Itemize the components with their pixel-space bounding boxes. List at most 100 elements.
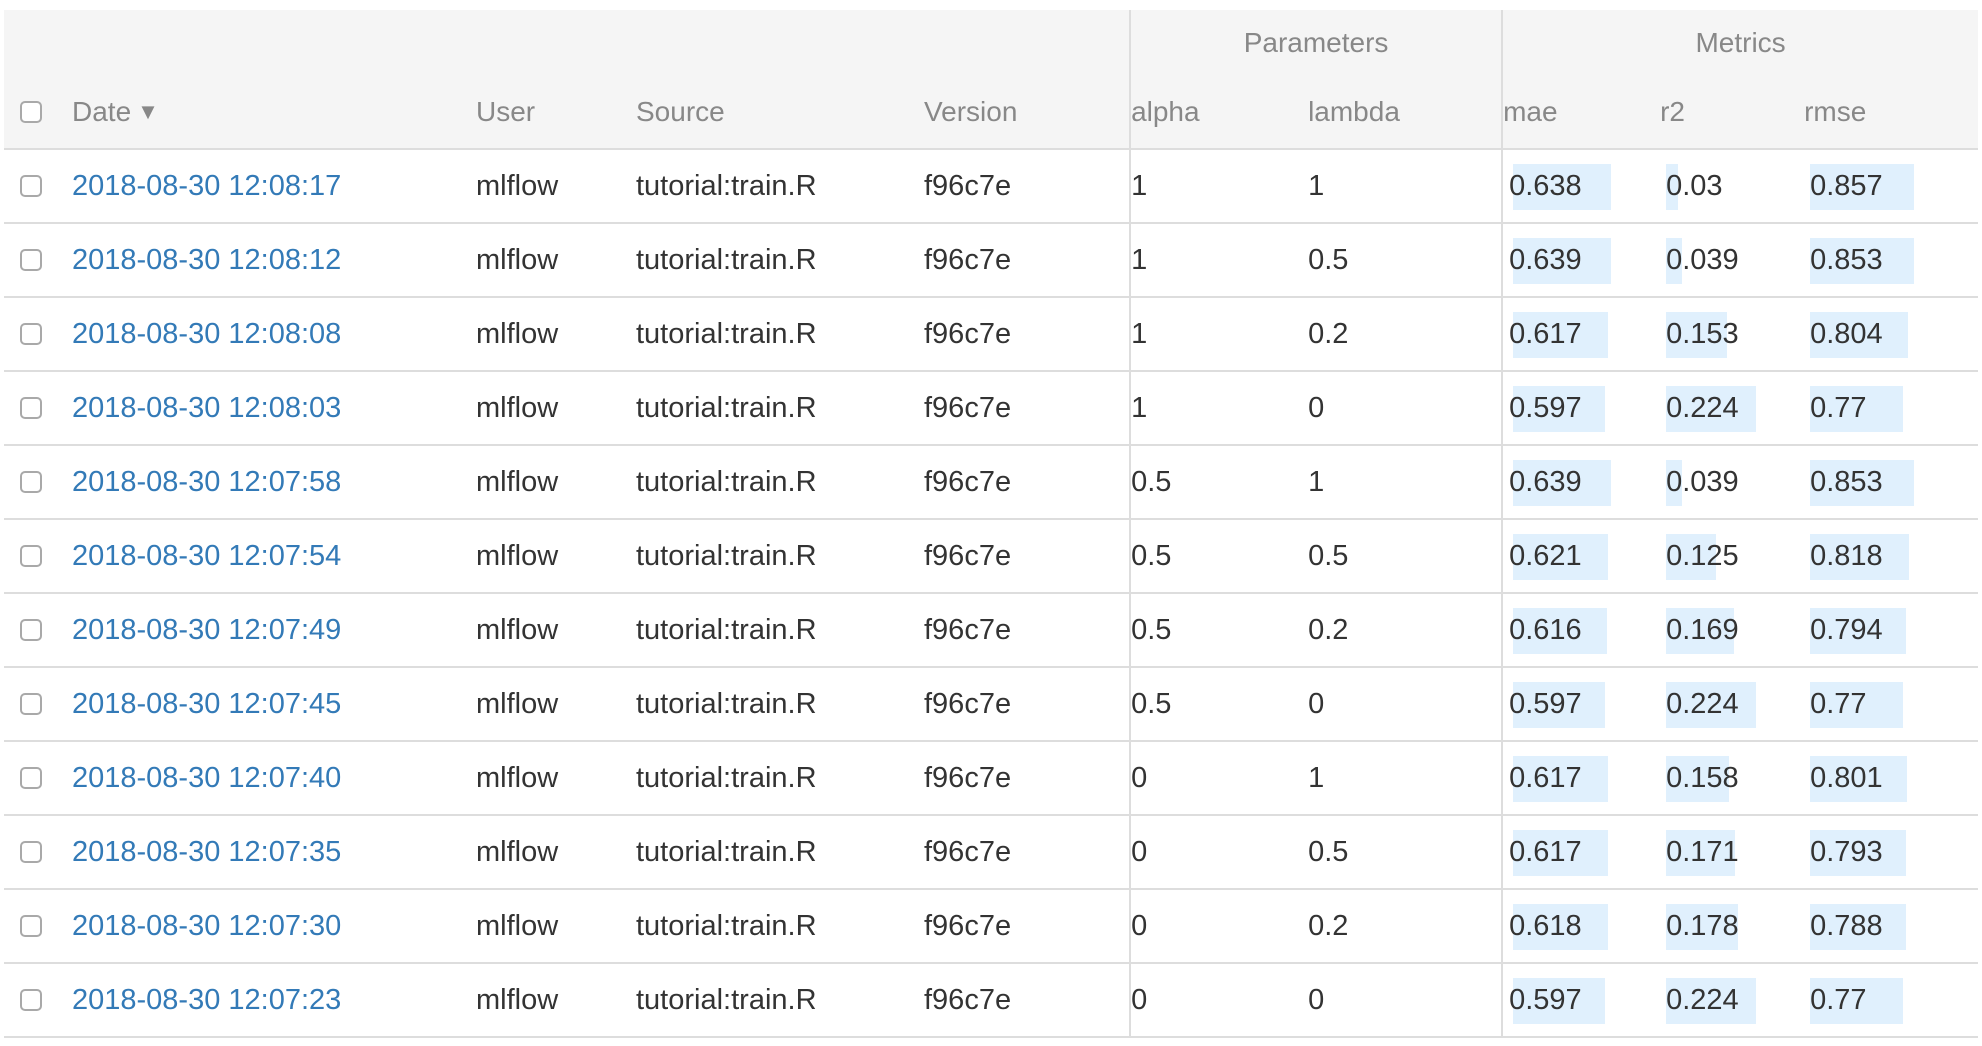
mae-value: 0.638 <box>1509 169 1582 202</box>
row-checkbox[interactable] <box>20 323 42 345</box>
user-cell: mlflow <box>476 223 636 298</box>
rmse-cell: 0.77 <box>1804 667 1979 742</box>
rmse-value: 0.793 <box>1810 835 1883 868</box>
run-date-link[interactable]: 2018-08-30 12:07:40 <box>72 762 341 794</box>
lambda-cell: 0.5 <box>1308 223 1503 298</box>
source-cell: tutorial:train.R <box>636 963 924 1038</box>
source-cell: tutorial:train.R <box>636 371 924 446</box>
version-cell: f96c7e <box>924 593 1131 668</box>
mae-cell: 0.621 <box>1501 519 1661 594</box>
date-column-header[interactable]: Date ▼ <box>72 76 476 150</box>
r2-cell: 0.178 <box>1660 889 1805 964</box>
row-select-cell <box>4 149 72 224</box>
r2-cell: 0.125 <box>1660 519 1805 594</box>
metrics-group-header: Metrics <box>1501 10 1979 76</box>
run-date-link[interactable]: 2018-08-30 12:08:08 <box>72 318 341 350</box>
r2-value: 0.224 <box>1666 391 1739 424</box>
source-column-header[interactable]: Source <box>636 76 924 150</box>
source-cell: tutorial:train.R <box>636 815 924 890</box>
run-date-link[interactable]: 2018-08-30 12:08:12 <box>72 244 341 276</box>
lambda-cell: 0.2 <box>1308 297 1503 372</box>
row-checkbox[interactable] <box>20 249 42 271</box>
run-row: 2018-08-30 12:07:23 mlflow tutorial:train.… <box>4 963 1979 1038</box>
date-cell: 2018-08-30 12:07:49 <box>72 593 476 668</box>
r2-value: 0.224 <box>1666 687 1739 720</box>
alpha-cell: 1 <box>1129 371 1309 446</box>
row-select-cell <box>4 593 72 668</box>
r2-cell: 0.171 <box>1660 815 1805 890</box>
runs-table-body: 2018-08-30 12:08:17 mlflow tutorial:train.… <box>4 149 1979 1038</box>
alpha-cell: 1 <box>1129 149 1309 224</box>
rmse-value: 0.77 <box>1810 391 1867 424</box>
mae-cell: 0.639 <box>1501 445 1661 520</box>
run-date-link[interactable]: 2018-08-30 12:08:17 <box>72 170 341 202</box>
row-checkbox[interactable] <box>20 175 42 197</box>
run-date-link[interactable]: 2018-08-30 12:07:35 <box>72 836 341 868</box>
run-date-link[interactable]: 2018-08-30 12:07:45 <box>72 688 341 720</box>
alpha-column-header[interactable]: alpha <box>1129 76 1309 150</box>
run-row: 2018-08-30 12:07:49 mlflow tutorial:train.… <box>4 593 1979 668</box>
run-date-link[interactable]: 2018-08-30 12:07:54 <box>72 540 341 572</box>
rmse-column-header[interactable]: rmse <box>1804 76 1979 150</box>
run-date-link[interactable]: 2018-08-30 12:08:03 <box>72 392 341 424</box>
row-select-cell <box>4 297 72 372</box>
row-checkbox[interactable] <box>20 693 42 715</box>
row-checkbox[interactable] <box>20 545 42 567</box>
row-checkbox[interactable] <box>20 471 42 493</box>
mae-cell: 0.616 <box>1501 593 1661 668</box>
user-cell: mlflow <box>476 519 636 594</box>
mae-value: 0.597 <box>1509 391 1582 424</box>
user-column-header[interactable]: User <box>476 76 636 150</box>
source-cell: tutorial:train.R <box>636 593 924 668</box>
r2-cell: 0.158 <box>1660 741 1805 816</box>
version-cell: f96c7e <box>924 519 1131 594</box>
r2-value: 0.125 <box>1666 539 1739 572</box>
sort-descending-icon[interactable]: ▼ <box>137 99 159 125</box>
row-checkbox[interactable] <box>20 397 42 419</box>
run-row: 2018-08-30 12:08:08 mlflow tutorial:train.… <box>4 297 1979 372</box>
run-date-link[interactable]: 2018-08-30 12:07:23 <box>72 984 341 1016</box>
row-checkbox[interactable] <box>20 619 42 641</box>
run-date-link[interactable]: 2018-08-30 12:07:49 <box>72 614 341 646</box>
row-select-cell <box>4 445 72 520</box>
mae-cell: 0.617 <box>1501 741 1661 816</box>
run-row: 2018-08-30 12:08:12 mlflow tutorial:train.… <box>4 223 1979 298</box>
row-checkbox[interactable] <box>20 915 42 937</box>
run-date-link[interactable]: 2018-08-30 12:07:30 <box>72 910 341 942</box>
source-cell: tutorial:train.R <box>636 667 924 742</box>
version-column-header[interactable]: Version <box>924 76 1131 150</box>
date-cell: 2018-08-30 12:07:30 <box>72 889 476 964</box>
rmse-value: 0.77 <box>1810 983 1867 1016</box>
select-all-checkbox[interactable] <box>20 101 42 123</box>
user-cell: mlflow <box>476 741 636 816</box>
source-cell: tutorial:train.R <box>636 519 924 594</box>
row-checkbox[interactable] <box>20 841 42 863</box>
rmse-cell: 0.804 <box>1804 297 1979 372</box>
user-cell: mlflow <box>476 297 636 372</box>
r2-value: 0.178 <box>1666 909 1739 942</box>
row-checkbox[interactable] <box>20 989 42 1011</box>
lambda-column-header[interactable]: lambda <box>1308 76 1503 150</box>
alpha-cell: 0.5 <box>1129 519 1309 594</box>
version-cell: f96c7e <box>924 741 1131 816</box>
version-cell: f96c7e <box>924 223 1131 298</box>
lambda-cell: 0 <box>1308 371 1503 446</box>
run-row: 2018-08-30 12:07:35 mlflow tutorial:train.… <box>4 815 1979 890</box>
r2-column-header[interactable]: r2 <box>1660 76 1805 150</box>
version-cell: f96c7e <box>924 149 1131 224</box>
run-date-link[interactable]: 2018-08-30 12:07:58 <box>72 466 341 498</box>
r2-value: 0.224 <box>1666 983 1739 1016</box>
user-cell: mlflow <box>476 963 636 1038</box>
run-row: 2018-08-30 12:08:17 mlflow tutorial:train.… <box>4 149 1979 224</box>
lambda-cell: 1 <box>1308 445 1503 520</box>
row-select-cell <box>4 667 72 742</box>
header-group-spacer <box>4 10 1131 76</box>
row-checkbox[interactable] <box>20 767 42 789</box>
r2-cell: 0.039 <box>1660 445 1805 520</box>
version-cell: f96c7e <box>924 297 1131 372</box>
r2-value: 0.039 <box>1666 465 1739 498</box>
r2-cell: 0.224 <box>1660 963 1805 1038</box>
header-group-row: Parameters Metrics <box>4 10 1979 76</box>
rmse-cell: 0.853 <box>1804 223 1979 298</box>
mae-column-header[interactable]: mae <box>1501 76 1661 150</box>
